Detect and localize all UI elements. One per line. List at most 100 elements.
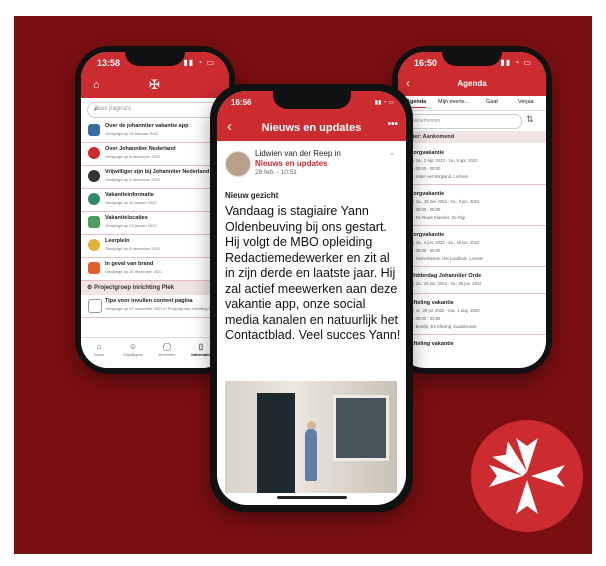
event-date: za., 28 mei 2022 - za., 3 jun. 2022 [415,199,480,204]
event-title: Ridderdag Johanniter Orde [410,273,482,279]
notch [272,91,351,109]
event-time: 00:00 - 00:00 [415,207,441,212]
center-phone: 16:56 ▮▮ ◔ ▭ ‹ Nieuws en updates ••• Lid… [210,84,413,512]
tab-label: Berichten [158,352,176,357]
search-icon[interactable]: ⌕ [94,104,219,114]
home-icon[interactable]: ⌂ [93,79,100,91]
location-icon [88,216,100,228]
item-title: In geval van brand [105,261,154,267]
event-date: za., 4 jun. 2022 - za., 18 jun. 2022 [415,240,480,245]
channel-name[interactable]: Nieuws en updates [255,159,327,168]
event-title: Zorgvakantie [410,232,445,238]
event-item[interactable]: Efteling vakantie [398,335,546,349]
item-title: Over de johanniter vakantie app [105,123,189,129]
chevron-down-icon[interactable]: ⌄ [389,149,395,157]
post-date: 28 feb. - 10:51 [255,169,297,176]
event-place: Bosrijk, De Efteling, Kaatsheuvel [415,324,477,329]
author-name[interactable]: Lidwien van der Reep in [255,149,341,158]
post-author: Lidwien van der Reep in Nieuws en update… [225,147,397,183]
list-item[interactable]: Over Johanniter Nederland Gewijzigd op 8 … [81,143,229,166]
fire-icon [88,262,100,274]
list-item[interactable]: Over de johanniter vakantie app Gewijzigd… [81,120,229,143]
event-item[interactable]: Efteling vakantie ▦vr., 29 jul. 2022 - m… [398,294,546,335]
status-icons: ▮▮ ◔ ▭ [183,58,215,67]
event-item[interactable]: Zorgvakantie ▦za., 4 jun. 2022 - za., 18… [398,226,546,267]
left-screen: 13:58 ▮▮ ◔ ▭ ⌂ ✠ Zoek pagina's ⌕ Over de … [81,52,229,368]
photo-window [333,395,389,461]
event-place: Hemelsleeve, Het Landhuis, Lemele [415,256,483,261]
chat-icon: ◯ [162,342,172,351]
post-photo[interactable] [225,381,397,493]
post-subject: Nieuw gezicht [225,191,279,200]
item-subtitle: Gewijzigd op 15 december 2021 [105,269,163,274]
tab-messages[interactable]: ◯ Berichten [153,342,181,357]
status-time: 16:56 [231,98,252,107]
item-subtitle: Gewijzigd op 15 februari 2022 [105,131,159,136]
tab-volunteers[interactable]: ☺ Vrijwilligers [119,342,147,357]
tab-my-events[interactable]: Mijn evene... [438,99,469,105]
list-item[interactable]: Vrijwilliger zijn bij Johanniter Nederla… [81,166,229,189]
event-list: Zorgvakantie ▦za., 2 apr. 2022 - za., 9 … [398,144,546,349]
item-subtitle: Gewijzigd op 20 januari 2022 [105,200,157,205]
tab-label: Vrijwilligers [123,352,143,357]
tab-bar: ⌂ Home ☺ Vrijwilligers ◯ Berichten ▯ Informa… [81,337,229,368]
event-place: Hotel Het Borgland, Lochem [415,174,469,179]
right-screen: 16:50 ▮▮ ◔ ▭ ‹ Agenda Agenda Mijn evene..… [398,52,546,368]
status-icons: ▮▮ ◔ ▭ [374,100,394,106]
page-icon [88,124,100,136]
event-place: De Ruwe Klandes, De Rijp [415,215,466,220]
search-icon[interactable]: ⌕ [410,116,517,124]
notch [125,52,185,66]
more-icon[interactable]: ••• [387,119,398,130]
tab-birthdays[interactable]: Verjaa [518,99,534,105]
group-header[interactable]: ⚙ Projectgroep inrichting Plek [81,281,229,295]
status-time: 13:58 [97,58,121,68]
item-title: Vrijwilliger zijn bij Johanniter Nederla… [105,169,210,175]
maltese-cross-icon [471,420,583,532]
item-title: Vakantieinformatie [105,192,154,198]
event-title: Zorgvakantie [410,191,445,197]
event-date: vr., 29 jul. 2022 - ma., 1 aug. 2022 [415,308,480,313]
list-item[interactable]: Leerplein Gewijzigd op 9 december 2021 [81,235,229,258]
list-item[interactable]: Vakantieinformatie Gewijzigd op 20 januar… [81,189,229,212]
document-icon [88,299,102,313]
gear-icon: ⚙ [87,285,95,291]
list-item[interactable]: Vakantielocaties Gewijzigd op 23 januari … [81,212,229,235]
info-icon [88,193,100,205]
event-time: 00:00 - 23:59 [415,316,441,321]
home-indicator [276,496,347,499]
filter-icon[interactable]: ⇅ [526,114,534,125]
people-icon: ☺ [128,342,138,351]
list-item[interactable]: In geval van brand Gewijzigd op 15 decemb… [81,258,229,281]
search-input[interactable]: Zoek pagina's ⌕ [87,102,225,118]
notch [442,52,502,66]
item-subtitle: Gewijzigd op 9 december 2021 [105,246,161,251]
right-phone: 16:50 ▮▮ ◔ ▭ ‹ Agenda Agenda Mijn evene..… [392,46,552,374]
photo-door [257,393,295,493]
item-subtitle: Gewijzigd op 24 november 2021 in Project… [105,306,217,311]
item-subtitle: Gewijzigd op 8 december 2021 [105,177,161,182]
lightbulb-icon [88,239,100,251]
avatar[interactable] [225,151,251,177]
event-title: Efteling vakantie [410,300,454,306]
tab-label: Home [93,352,105,357]
status-icons: ▮▮ ◔ ▭ [500,58,532,67]
post-body: Vandaag is stagiaire Yann Oldenbeuving b… [225,204,401,342]
photo-person [305,429,317,481]
volunteer-icon [88,170,100,182]
event-title: Zorgvakantie [410,150,445,156]
event-item[interactable]: Zorgvakantie ▦za., 28 mei 2022 - za., 3 … [398,185,546,226]
maltese-cross-icon: ✠ [149,77,160,92]
list-item[interactable]: Tips voor invullen content pagina Gewijzi… [81,295,229,318]
item-title: Vakantielocaties [105,215,148,221]
search-input[interactable]: evenementen ⌕ [404,114,522,129]
item-subtitle: Gewijzigd op 23 januari 2022 [105,223,157,228]
event-time: 00:00 - 00:00 [415,166,441,171]
event-item[interactable]: Zorgvakantie ▦za., 2 apr. 2022 - za., 9 … [398,144,546,185]
tab-going[interactable]: Gaat [486,99,498,105]
tab-home[interactable]: ⌂ Home [85,342,113,357]
event-item[interactable]: Ridderdag Johanniter Orde ▦za., 25 jun. … [398,267,546,294]
event-time: 00:00 - 00:00 [415,248,441,253]
center-screen: 16:56 ▮▮ ◔ ▭ ‹ Nieuws en updates ••• Lid… [217,91,406,505]
item-title: Over Johanniter Nederland [105,146,176,152]
